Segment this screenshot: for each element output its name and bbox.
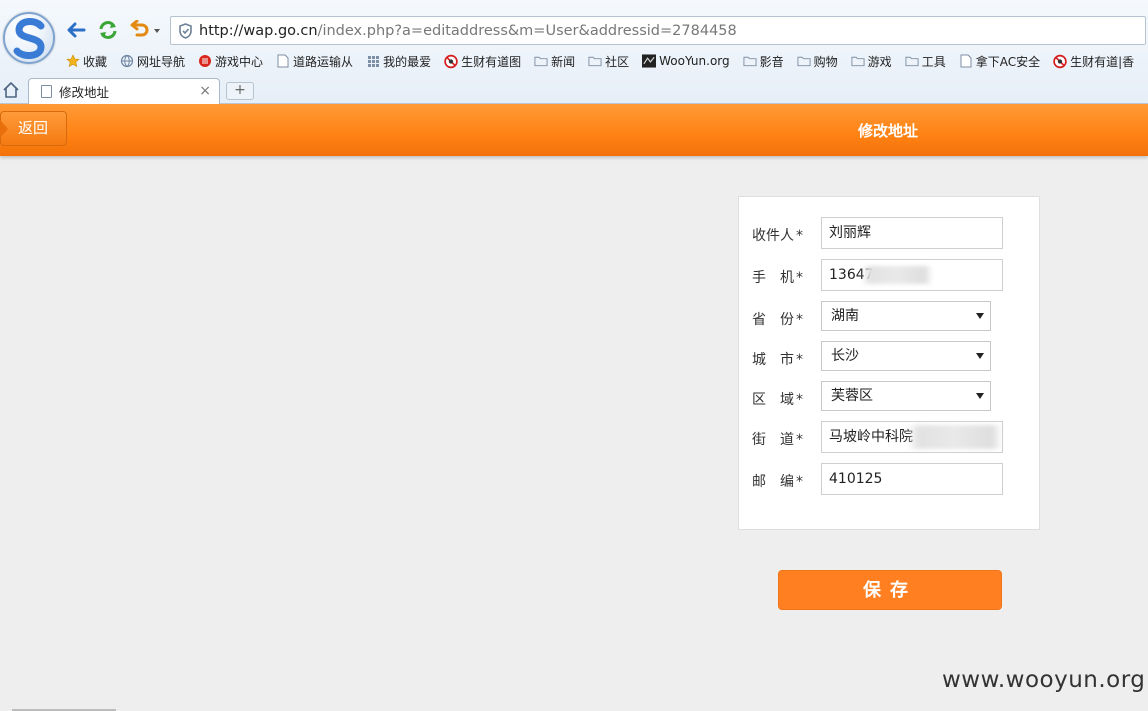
street-row: 街 道 * 马坡岭中科院 xyxy=(739,421,1039,453)
bookmark-label: 拿下AC安全 xyxy=(975,54,1041,69)
folder-icon xyxy=(588,54,602,68)
url-text: http://wap.go.cn/index.php?a=editaddress… xyxy=(199,23,737,39)
province-label: 省 份 * xyxy=(752,312,803,328)
shield-icon[interactable] xyxy=(171,17,199,44)
folder-icon xyxy=(851,54,865,68)
phone-row: 手 机 * 13647 xyxy=(739,259,1039,291)
close-icon[interactable]: × xyxy=(199,83,211,99)
zipcode-input[interactable]: 410125 xyxy=(821,463,1003,495)
address-bar[interactable]: http://wap.go.cn/index.php?a=editaddress… xyxy=(170,16,1146,45)
bookmark-label: 网址导航 xyxy=(137,54,186,69)
url-host: http://wap.go.cn xyxy=(199,22,318,39)
no-icon xyxy=(1053,54,1067,68)
refresh-icon[interactable] xyxy=(96,18,120,42)
bookmark-label: 游戏中心 xyxy=(215,54,264,69)
district-label: 区 域 * xyxy=(752,392,803,408)
bookmark-item[interactable]: 购物 xyxy=(797,53,838,70)
grid-icon xyxy=(366,54,380,68)
save-button[interactable]: 保存 xyxy=(778,570,1002,610)
bookmark-item[interactable]: WooYun.org xyxy=(642,54,730,68)
bookmark-label: 游戏 xyxy=(867,54,892,69)
receiver-row: 收件人 * 刘丽辉 xyxy=(739,217,1039,249)
browser-chrome: http://wap.go.cn/index.php?a=editaddress… xyxy=(0,0,1148,104)
browser-logo-icon[interactable] xyxy=(3,12,55,64)
bookmark-label: 影音 xyxy=(759,54,784,69)
street-label: 街 道 * xyxy=(752,432,803,448)
bookmark-item[interactable]: 新闻 xyxy=(534,53,575,70)
bookmark-item[interactable]: 收藏 xyxy=(66,53,107,70)
bookmark-label: 我的最爱 xyxy=(383,54,432,69)
page-icon xyxy=(41,85,52,98)
bookmark-item[interactable]: 影音 xyxy=(743,53,784,70)
district-select[interactable]: 芙蓉区 xyxy=(821,381,991,411)
folder-icon xyxy=(743,54,757,68)
zipcode-row: 邮 编 * 410125 xyxy=(739,463,1039,495)
folder-icon xyxy=(797,54,811,68)
page-icon xyxy=(959,54,973,68)
bookmark-label: 生财有道图 xyxy=(461,54,522,69)
address-form: 收件人 * 刘丽辉 手 机 * 13647 省 份 * 湖南 城 市 * 长沙 区 域 *… xyxy=(738,196,1040,530)
no-icon xyxy=(444,54,458,68)
phone-redaction xyxy=(861,266,933,284)
bookmark-item[interactable]: 生财有道图 xyxy=(444,53,521,70)
chevron-down-icon xyxy=(976,393,984,399)
bookmark-item[interactable]: 生财有道|香 xyxy=(1053,53,1134,70)
page-icon xyxy=(276,54,290,68)
phone-label: 手 机 * xyxy=(752,270,803,286)
district-row: 区 域 * 芙蓉区 xyxy=(739,381,1039,413)
wooyun-icon xyxy=(642,54,657,68)
bookmark-label: 购物 xyxy=(813,54,838,69)
tab-strip: 修改地址 × + xyxy=(0,76,1148,104)
receiver-label: 收件人 * xyxy=(752,228,803,244)
bookmarks-bar: 收藏 网址导航 游戏中心 道路运输从 我的最爱 生财有道图 新闻 社区 WooYun.org 影音… xyxy=(66,52,1147,70)
street-redaction xyxy=(907,425,1003,449)
bookmark-item[interactable]: 社区 xyxy=(588,53,629,70)
back-button[interactable]: 返回 xyxy=(0,111,67,146)
receiver-input[interactable]: 刘丽辉 xyxy=(821,217,1003,249)
folder-icon xyxy=(905,54,919,68)
globe-icon xyxy=(120,54,134,68)
page-header: 返回 修改地址 xyxy=(0,104,1148,156)
chevron-down-icon xyxy=(976,313,984,319)
city-label: 城 市 * xyxy=(752,352,803,368)
bookmark-item[interactable]: 工具 xyxy=(905,53,946,70)
bookmark-item[interactable]: 我的最爱 xyxy=(366,53,431,70)
zipcode-label: 邮 编 * xyxy=(752,474,803,490)
bookmark-item[interactable]: 游戏 xyxy=(851,53,892,70)
bookmark-label: 工具 xyxy=(921,54,946,69)
folder-icon xyxy=(534,54,548,68)
back-arrow-icon[interactable] xyxy=(64,18,88,42)
bookmark-label: WooYun.org xyxy=(659,54,730,68)
province-select[interactable]: 湖南 xyxy=(821,301,991,331)
city-row: 城 市 * 长沙 xyxy=(739,341,1039,373)
new-tab-button[interactable]: + xyxy=(226,82,254,100)
bookmark-item[interactable]: 拿下AC安全 xyxy=(959,53,1040,70)
bookmark-item[interactable]: 游戏中心 xyxy=(198,53,263,70)
home-icon[interactable] xyxy=(2,81,20,99)
undo-dropdown-icon[interactable] xyxy=(128,18,164,42)
province-row: 省 份 * 湖南 xyxy=(739,301,1039,333)
tab-edit-address[interactable]: 修改地址 × xyxy=(28,78,220,104)
page-title: 修改地址 xyxy=(858,122,919,140)
bookmark-label: 生财有道|香 xyxy=(1070,54,1135,69)
bookmark-item[interactable]: 道路运输从 xyxy=(276,53,353,70)
watermark: www.wooyun.org xyxy=(942,667,1146,693)
bookmark-label: 社区 xyxy=(605,54,630,69)
chevron-down-icon xyxy=(976,353,984,359)
url-path: /index.php?a=editaddress&m=User&addressi… xyxy=(317,22,737,39)
bookmark-label: 收藏 xyxy=(83,54,108,69)
tab-title: 修改地址 xyxy=(59,85,110,100)
bookmark-item[interactable]: 网址导航 xyxy=(120,53,185,70)
star-icon xyxy=(66,54,80,68)
city-select[interactable]: 长沙 xyxy=(821,341,991,371)
bookmark-label: 道路运输从 xyxy=(293,54,354,69)
bookmark-label: 新闻 xyxy=(551,54,576,69)
game-center-icon xyxy=(198,54,212,68)
